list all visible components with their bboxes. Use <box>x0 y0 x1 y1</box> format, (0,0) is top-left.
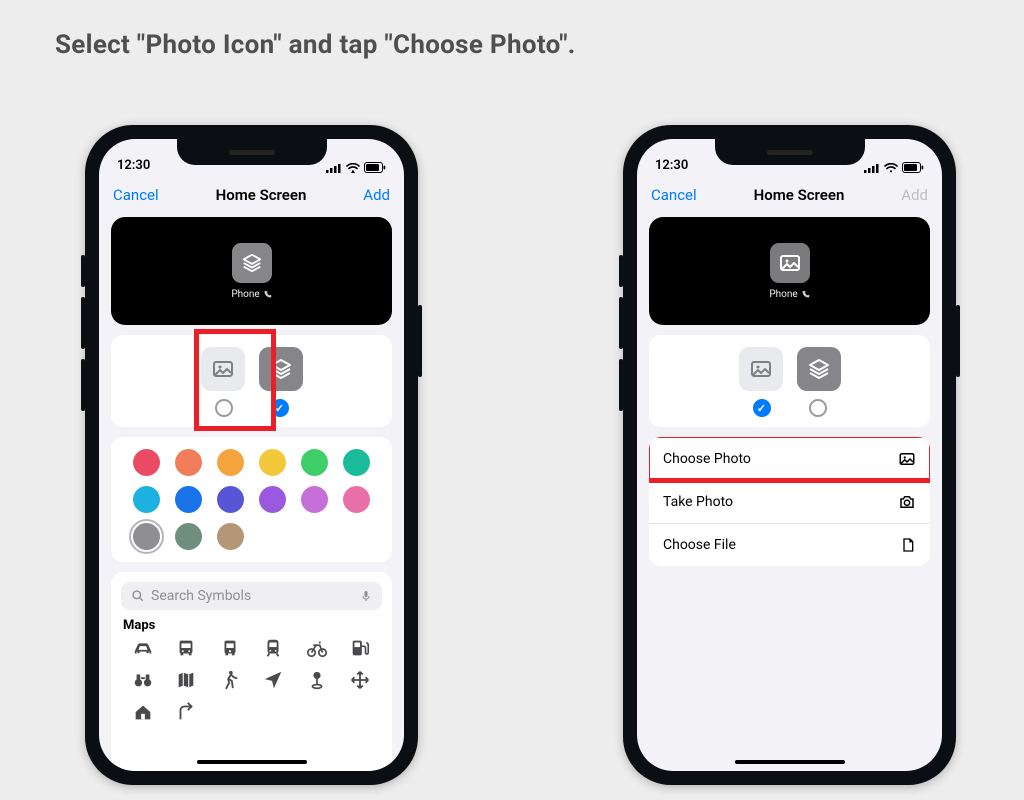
add-button-disabled: Add <box>901 186 928 204</box>
glyph-icon-radio[interactable] <box>271 399 289 417</box>
glyph-icon-radio[interactable] <box>809 399 827 417</box>
photo-icon <box>211 357 235 381</box>
color-swatch[interactable] <box>343 486 370 513</box>
choose-file-row[interactable]: Choose File <box>649 523 930 566</box>
search-placeholder: Search Symbols <box>151 588 251 604</box>
take-photo-row[interactable]: Take Photo <box>649 480 930 523</box>
symbol-search-panel: Search Symbols Maps <box>111 572 392 771</box>
screen-left: 12:30 Cancel Home Screen Add Phone <box>99 139 404 771</box>
home-screen-preview: Phone <box>111 217 392 325</box>
status-icons <box>326 162 386 173</box>
color-swatch[interactable] <box>175 486 202 513</box>
glyph-icon-option[interactable] <box>259 347 303 391</box>
wifi-icon <box>884 163 898 173</box>
preview-caption: Phone <box>769 289 809 300</box>
train-icon[interactable] <box>262 637 284 659</box>
file-icon <box>900 536 916 554</box>
map-icon[interactable] <box>175 669 197 691</box>
status-time: 12:30 <box>655 158 688 173</box>
house-icon[interactable] <box>132 701 154 723</box>
battery-icon <box>902 162 924 173</box>
stack-glyph-icon <box>269 357 293 381</box>
search-icon <box>131 589 145 603</box>
add-button[interactable]: Add <box>363 186 390 204</box>
phone-mini-icon <box>263 290 272 299</box>
location-arrow-icon[interactable] <box>262 669 284 691</box>
row-label: Choose File <box>663 537 736 553</box>
color-swatch[interactable] <box>175 523 202 550</box>
color-swatch[interactable] <box>301 486 328 513</box>
mic-icon[interactable] <box>360 588 372 604</box>
row-label: Take Photo <box>663 494 733 510</box>
arrow-turn-icon[interactable] <box>175 701 197 723</box>
stack-glyph-icon <box>807 357 831 381</box>
color-swatch[interactable] <box>175 449 202 476</box>
photo-source-list: Choose Photo Take Photo Choose File <box>649 437 930 566</box>
battery-icon <box>364 162 386 173</box>
symbol-section-title: Maps <box>123 618 380 633</box>
phone-left: 12:30 Cancel Home Screen Add Phone <box>85 125 418 785</box>
color-palette <box>111 437 392 562</box>
color-swatch[interactable] <box>133 486 160 513</box>
tram-icon[interactable] <box>219 637 241 659</box>
move-icon[interactable] <box>349 669 371 691</box>
cancel-button[interactable]: Cancel <box>651 186 697 204</box>
instruction-text: Select "Photo Icon" and tap "Choose Phot… <box>55 30 576 60</box>
color-swatch[interactable] <box>217 523 244 550</box>
phone-right: 12:30 Cancel Home Screen Add Phone <box>623 125 956 785</box>
color-swatch[interactable] <box>343 449 370 476</box>
icon-type-chooser <box>649 335 930 427</box>
phones-row: 12:30 Cancel Home Screen Add Phone <box>85 125 956 785</box>
photo-icon-radio[interactable] <box>215 399 233 417</box>
walking-icon[interactable] <box>219 669 241 691</box>
nav-title: Home Screen <box>754 186 845 204</box>
color-swatch[interactable] <box>217 486 244 513</box>
stack-glyph-icon <box>241 252 263 274</box>
photo-icon <box>749 357 773 381</box>
status-icons <box>864 162 924 173</box>
icon-type-chooser <box>111 335 392 427</box>
notch <box>715 139 865 165</box>
home-indicator[interactable] <box>735 760 845 764</box>
glyph-icon-option[interactable] <box>797 347 841 391</box>
photo-icon <box>778 251 802 275</box>
nav-title: Home Screen <box>216 186 307 204</box>
cellular-icon <box>326 163 342 173</box>
wifi-icon <box>346 163 360 173</box>
symbol-grid <box>121 637 382 723</box>
color-swatch[interactable] <box>133 449 160 476</box>
fuel-pump-icon[interactable] <box>349 637 371 659</box>
search-symbols-input[interactable]: Search Symbols <box>121 582 382 610</box>
nav-bar: Cancel Home Screen Add <box>637 175 942 215</box>
color-swatch[interactable] <box>259 486 286 513</box>
nav-bar: Cancel Home Screen Add <box>99 175 404 215</box>
home-indicator[interactable] <box>197 760 307 764</box>
color-swatch-selected[interactable] <box>133 523 160 550</box>
choose-photo-row[interactable]: Choose Photo <box>649 437 930 480</box>
notch <box>177 139 327 165</box>
row-label: Choose Photo <box>663 451 751 467</box>
preview-app-icon <box>770 243 810 283</box>
bicycle-icon[interactable] <box>306 637 328 659</box>
color-swatch[interactable] <box>301 449 328 476</box>
photo-icon-option[interactable] <box>201 347 245 391</box>
camera-icon <box>898 493 916 511</box>
photo-icon <box>898 450 916 468</box>
screen-right: 12:30 Cancel Home Screen Add Phone <box>637 139 942 771</box>
binoculars-icon[interactable] <box>132 669 154 691</box>
preview-app-icon <box>232 243 272 283</box>
bus-icon[interactable] <box>175 637 197 659</box>
color-swatch[interactable] <box>217 449 244 476</box>
cellular-icon <box>864 163 880 173</box>
photo-icon-radio[interactable] <box>753 399 771 417</box>
pin-drop-icon[interactable] <box>306 669 328 691</box>
preview-caption: Phone <box>231 289 271 300</box>
color-swatch[interactable] <box>259 449 286 476</box>
status-time: 12:30 <box>117 158 150 173</box>
photo-icon-option[interactable] <box>739 347 783 391</box>
home-screen-preview: Phone <box>649 217 930 325</box>
phone-mini-icon <box>801 290 810 299</box>
car-icon[interactable] <box>132 637 154 659</box>
cancel-button[interactable]: Cancel <box>113 186 159 204</box>
